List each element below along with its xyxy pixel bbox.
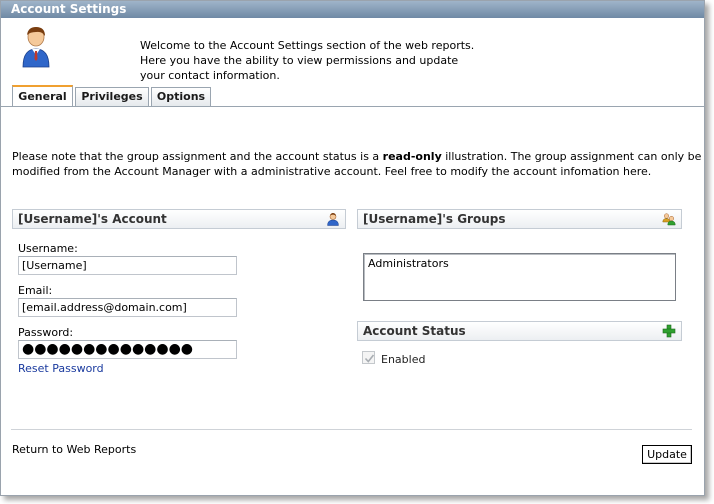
account-section-title: [Username]'s Account xyxy=(18,212,167,226)
email-input[interactable] xyxy=(18,298,237,317)
intro-line: your contact information. xyxy=(140,69,280,82)
groups-section-header: [Username]'s Groups xyxy=(357,209,682,229)
enabled-label: Enabled xyxy=(381,353,426,366)
note-text: Please note that the group assignment an… xyxy=(12,150,383,163)
window-title: Account Settings xyxy=(1,1,704,18)
return-to-web-reports-link[interactable]: Return to Web Reports xyxy=(12,443,136,456)
intro-line: Welcome to the Account Settings section … xyxy=(140,39,475,52)
tab-privileges[interactable]: Privileges xyxy=(75,87,149,107)
user-avatar-icon xyxy=(21,25,51,69)
intro-text: Welcome to the Account Settings section … xyxy=(140,38,475,83)
status-section-header: Account Status xyxy=(357,321,682,341)
password-label: Password: xyxy=(18,326,74,339)
intro-line: Here you have the ability to view permis… xyxy=(140,54,459,67)
username-input[interactable] xyxy=(18,256,237,275)
status-section-title: Account Status xyxy=(363,324,466,338)
groups-section-title: [Username]'s Groups xyxy=(363,212,506,226)
enabled-checkbox xyxy=(362,351,375,364)
username-label: Username: xyxy=(18,242,78,255)
group-icon xyxy=(662,212,676,226)
account-settings-window: Account Settings Welcome to the Account … xyxy=(0,0,705,496)
groups-list[interactable]: Administrators xyxy=(363,253,676,301)
tab-divider xyxy=(1,106,704,107)
read-only-note: Please note that the group assignment an… xyxy=(12,149,702,179)
footer-divider xyxy=(11,429,692,430)
password-input[interactable]: ●●●●●●●●●●●●●● xyxy=(18,340,237,359)
note-emphasis: read-only xyxy=(382,150,442,163)
user-icon xyxy=(326,212,340,226)
tab-general[interactable]: General xyxy=(12,85,73,107)
checkmark-icon xyxy=(364,354,375,363)
email-label: Email: xyxy=(18,284,53,297)
reset-password-link[interactable]: Reset Password xyxy=(18,362,104,375)
list-item: Administrators xyxy=(368,257,449,270)
tab-options[interactable]: Options xyxy=(151,87,211,107)
update-button[interactable]: Update xyxy=(642,445,692,464)
account-section-header: [Username]'s Account xyxy=(12,209,346,229)
add-icon[interactable] xyxy=(662,324,676,338)
